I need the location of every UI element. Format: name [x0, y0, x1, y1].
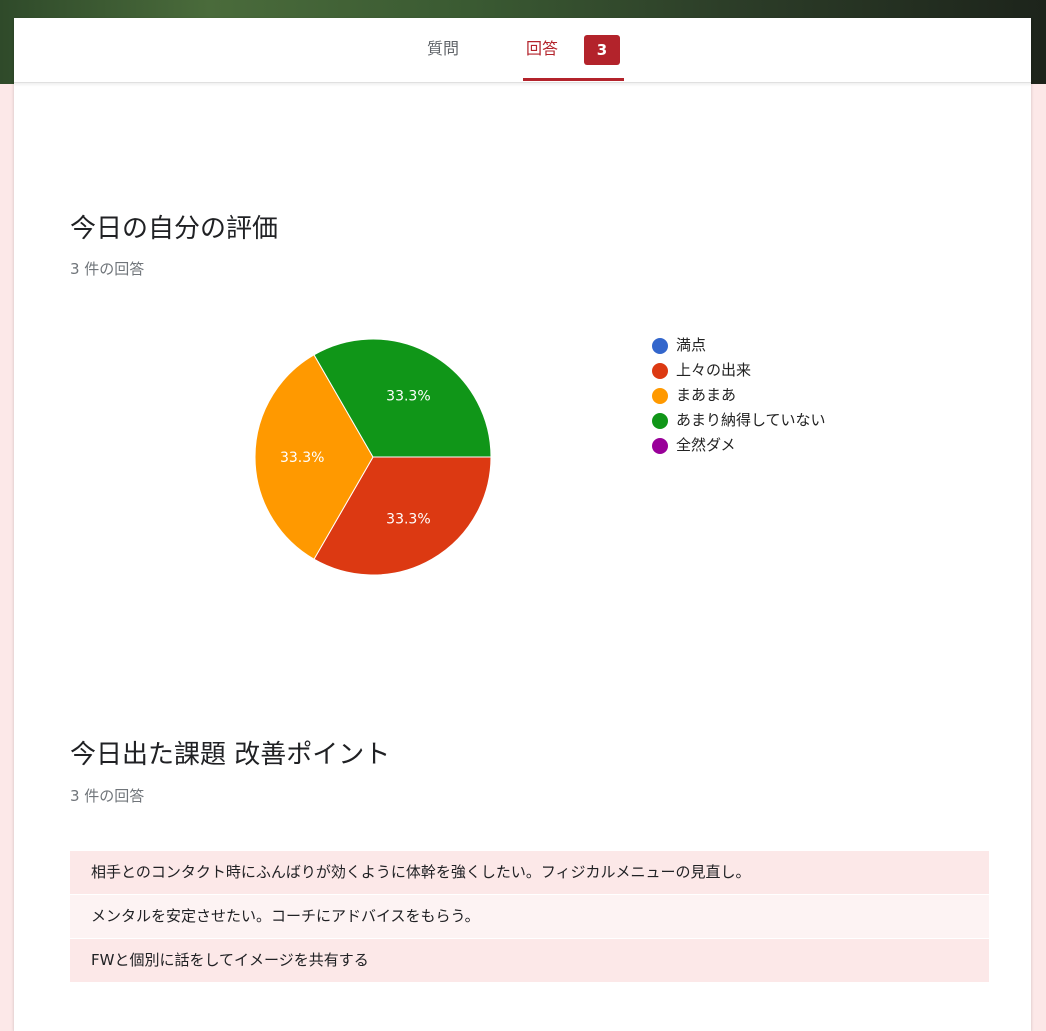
- legend-color-dot: [652, 438, 668, 454]
- legend-label: まあまあ: [676, 386, 737, 404]
- tab-responses-label: 回答: [526, 39, 559, 58]
- legend-label: 上々の出来: [676, 361, 752, 379]
- response-count: 3 件の回答: [70, 787, 145, 805]
- legend-color-dot: [652, 388, 668, 404]
- active-tab-indicator: [523, 78, 624, 81]
- response-count: 3 件の回答: [70, 260, 145, 278]
- pie-slice-label: 33.3%: [386, 389, 430, 405]
- tab-questions[interactable]: 質問: [408, 18, 478, 82]
- answer-list: 相手とのコンタクト時にふんばりが効くように体幹を強くしたい。フィジカルメニューの…: [70, 851, 989, 983]
- pie-chart-svg: 33.3% 33.3% 33.3%: [254, 338, 492, 576]
- answer-item: 相手とのコンタクト時にふんばりが効くように体幹を強くしたい。フィジカルメニューの…: [70, 851, 989, 894]
- legend-label: あまり納得していない: [676, 411, 826, 429]
- legend-color-dot: [652, 363, 668, 379]
- legend-color-dot: [652, 338, 668, 354]
- question-title: 今日の自分の評価: [70, 214, 279, 244]
- tab-bar: 質問 回答 3: [14, 18, 1031, 83]
- pie-slice-label: 33.3%: [280, 450, 324, 466]
- answer-item: FWと個別に話をしてイメージを共有する: [70, 939, 989, 982]
- question-title: 今日出た課題 改善ポイント: [70, 740, 391, 770]
- answer-item: メンタルを安定させたい。コーチにアドバイスをもらう。: [70, 895, 989, 938]
- response-count-badge: 3: [584, 35, 620, 65]
- legend-label: 全然ダメ: [676, 436, 736, 454]
- legend-label: 満点: [676, 336, 707, 354]
- pie-chart: 33.3% 33.3% 33.3%: [248, 332, 498, 582]
- pie-slice-label: 33.3%: [386, 511, 430, 527]
- responses-card: 質問 回答 3 今日の自分の評価 3 件の回答 33.3% 33.3% 33.3% …: [14, 18, 1031, 1031]
- legend-color-dot: [652, 413, 668, 429]
- tab-responses[interactable]: 回答 3: [523, 18, 624, 82]
